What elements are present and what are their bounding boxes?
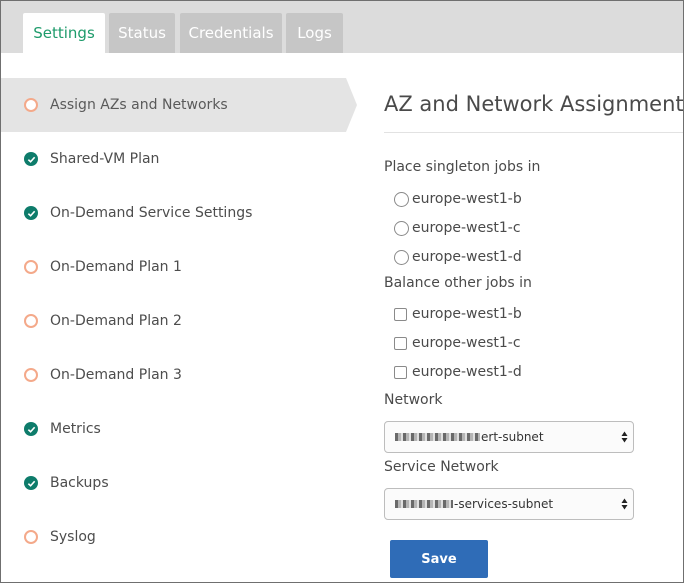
page-title: AZ and Network Assignments bbox=[384, 92, 684, 116]
up-down-arrows-icon bbox=[621, 498, 628, 510]
check-circle-icon bbox=[24, 206, 38, 220]
sidebar-item-label: Syslog bbox=[50, 529, 96, 545]
hollow-circle-icon bbox=[24, 314, 38, 328]
singleton-option-europe-west1-b[interactable]: europe-west1-b bbox=[394, 189, 522, 209]
form-panel: AZ and Network Assignments Place singlet… bbox=[361, 53, 684, 582]
singleton-option-europe-west1-d[interactable]: europe-west1-d bbox=[394, 247, 522, 267]
sidebar: Assign AZs and Networks Shared-VM Plan O… bbox=[1, 53, 361, 582]
hollow-circle-icon bbox=[24, 260, 38, 274]
option-label: europe-west1-b bbox=[412, 191, 522, 207]
sidebar-item-syslog[interactable]: Syslog bbox=[1, 510, 346, 564]
radio-button[interactable] bbox=[394, 249, 409, 265]
sidebar-item-shared-vm-plan[interactable]: Shared-VM Plan bbox=[1, 132, 346, 186]
sidebar-item-label: Assign AZs and Networks bbox=[50, 97, 228, 113]
sidebar-item-on-demand-plan-1[interactable]: On-Demand Plan 1 bbox=[1, 240, 346, 294]
tab-settings[interactable]: Settings bbox=[23, 13, 105, 53]
network-select-value: ert-subnet bbox=[481, 430, 544, 444]
checkbox[interactable] bbox=[394, 307, 407, 321]
hollow-circle-icon bbox=[24, 530, 38, 544]
sidebar-item-label: On-Demand Plan 3 bbox=[50, 367, 182, 383]
sidebar-item-label: Shared-VM Plan bbox=[50, 151, 160, 167]
sidebar-item-label: Backups bbox=[50, 475, 109, 491]
balance-option-europe-west1-b[interactable]: europe-west1-b bbox=[394, 304, 522, 324]
title-divider bbox=[384, 132, 683, 133]
app-window: Settings Status Credentials Logs Assign … bbox=[0, 0, 684, 583]
balance-jobs-label: Balance other jobs in bbox=[384, 275, 532, 291]
checkbox[interactable] bbox=[394, 336, 407, 350]
redacted-text bbox=[395, 433, 480, 441]
service-network-select[interactable]: -services-subnet bbox=[384, 488, 634, 520]
redacted-text bbox=[395, 500, 453, 508]
hollow-circle-icon bbox=[24, 98, 38, 112]
option-label: europe-west1-d bbox=[412, 364, 522, 380]
radio-button[interactable] bbox=[394, 220, 409, 236]
tab-credentials[interactable]: Credentials bbox=[180, 13, 282, 53]
service-network-label: Service Network bbox=[384, 459, 499, 475]
sidebar-item-label: On-Demand Service Settings bbox=[50, 205, 253, 221]
up-down-arrows-icon bbox=[621, 431, 628, 443]
network-select[interactable]: ert-subnet bbox=[384, 421, 634, 453]
checkbox[interactable] bbox=[394, 365, 407, 379]
singleton-option-europe-west1-c[interactable]: europe-west1-c bbox=[394, 218, 521, 238]
sidebar-item-metrics[interactable]: Metrics bbox=[1, 402, 346, 456]
hollow-circle-icon bbox=[24, 368, 38, 382]
tab-status[interactable]: Status bbox=[109, 13, 175, 53]
check-circle-icon bbox=[24, 152, 38, 166]
option-label: europe-west1-d bbox=[412, 249, 522, 265]
balance-option-europe-west1-d[interactable]: europe-west1-d bbox=[394, 362, 522, 382]
sidebar-item-label: On-Demand Plan 1 bbox=[50, 259, 182, 275]
check-circle-icon bbox=[24, 422, 38, 436]
sidebar-item-assign-azs-and-networks[interactable]: Assign AZs and Networks bbox=[1, 78, 357, 132]
radio-button[interactable] bbox=[394, 191, 409, 207]
option-label: europe-west1-c bbox=[412, 220, 521, 236]
check-circle-icon bbox=[24, 476, 38, 490]
sidebar-item-label: On-Demand Plan 2 bbox=[50, 313, 182, 329]
option-label: europe-west1-c bbox=[412, 335, 521, 351]
network-label: Network bbox=[384, 392, 443, 408]
balance-option-europe-west1-c[interactable]: europe-west1-c bbox=[394, 333, 521, 353]
sidebar-item-backups[interactable]: Backups bbox=[1, 456, 346, 510]
save-button[interactable]: Save bbox=[390, 540, 488, 578]
sidebar-item-on-demand-plan-3[interactable]: On-Demand Plan 3 bbox=[1, 348, 346, 402]
tab-bar: Settings Status Credentials Logs bbox=[1, 1, 683, 53]
sidebar-item-on-demand-service-settings[interactable]: On-Demand Service Settings bbox=[1, 186, 346, 240]
sidebar-item-on-demand-plan-2[interactable]: On-Demand Plan 2 bbox=[1, 294, 346, 348]
service-network-select-value: -services-subnet bbox=[454, 497, 554, 511]
singleton-jobs-label: Place singleton jobs in bbox=[384, 159, 541, 175]
sidebar-item-label: Metrics bbox=[50, 421, 101, 437]
tab-logs[interactable]: Logs bbox=[286, 13, 343, 53]
option-label: europe-west1-b bbox=[412, 306, 522, 322]
